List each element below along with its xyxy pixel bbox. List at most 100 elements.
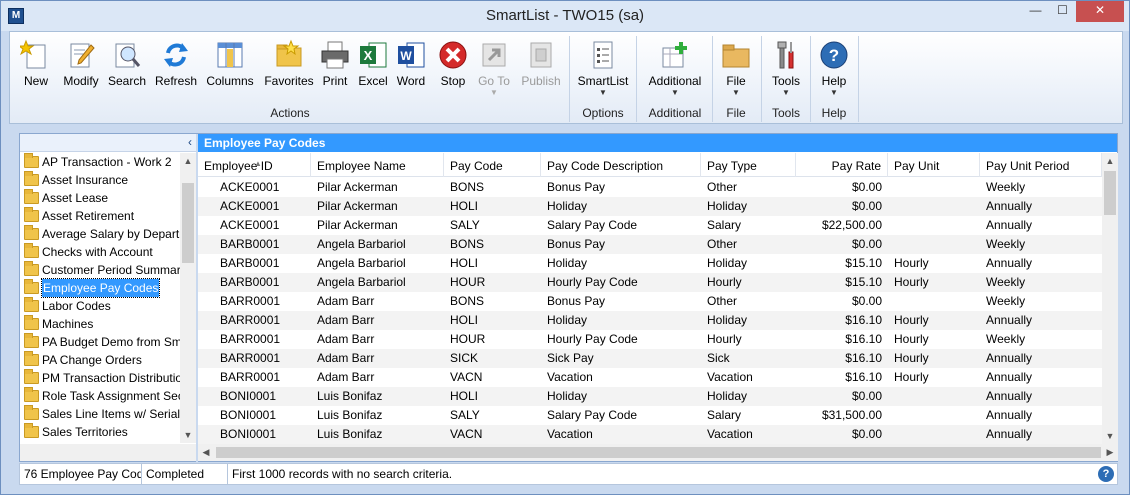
- favorites-button[interactable]: Favorites: [262, 36, 316, 96]
- table-row[interactable]: BARB0001 Angela Barbariol HOUR Hourly Pay C…: [198, 273, 1102, 292]
- group-label-help: Help: [821, 106, 847, 120]
- column-header[interactable]: Pay Unit: [888, 153, 980, 177]
- table-cell: Luis Bonifaz: [317, 389, 383, 403]
- table-cell: Annually: [986, 351, 1033, 365]
- favorites-icon: [276, 39, 302, 67]
- folder-icon: [24, 351, 39, 366]
- file-button[interactable]: File ▼: [714, 36, 758, 97]
- ribbon-separator: [569, 36, 570, 122]
- scroll-down-icon[interactable]: ▼: [180, 427, 196, 443]
- table-cell: [888, 178, 980, 197]
- help-icon[interactable]: ?: [1098, 466, 1114, 482]
- table-cell: Adam Barr: [317, 351, 375, 365]
- table-row[interactable]: BONI0001 Luis Bonifaz SALY Salary Pay Code S…: [198, 406, 1102, 425]
- favorites-horizontal-scrollbar[interactable]: [20, 444, 196, 461]
- grid-vertical-scrollbar[interactable]: ▲ ▼: [1102, 153, 1118, 444]
- goto-button[interactable]: Go To ▼: [474, 36, 514, 97]
- maximize-button[interactable]: ☐: [1049, 1, 1076, 22]
- table-cell: Salary: [707, 408, 742, 422]
- table-row[interactable]: BONI0001 Luis Bonifaz HOLI Holiday Holiday $0…: [198, 387, 1102, 406]
- scroll-thumb[interactable]: [216, 447, 1101, 458]
- favorites-item-label: Asset Lease: [42, 191, 109, 205]
- scroll-up-icon[interactable]: ▲: [180, 153, 196, 169]
- word-icon: W: [398, 42, 425, 68]
- minimize-button[interactable]: —: [1022, 1, 1049, 22]
- table-row[interactable]: BARR0001 Adam Barr HOUR Hourly Pay Code Hour…: [198, 330, 1102, 349]
- smartlist-button[interactable]: SmartList ▼: [572, 36, 634, 97]
- search-button[interactable]: Search: [104, 36, 150, 96]
- additional-button[interactable]: Additional ▼: [640, 36, 710, 97]
- table-cell: Annually: [986, 256, 1033, 270]
- tools-button[interactable]: Tools ▼: [764, 36, 808, 97]
- new-button[interactable]: New: [14, 36, 58, 96]
- refresh-button[interactable]: Refresh: [152, 36, 200, 96]
- column-header[interactable]: Pay Unit Period: [980, 153, 1102, 177]
- grid-title: Employee Pay Codes: [198, 134, 1117, 152]
- scroll-up-icon[interactable]: ▲: [1102, 153, 1118, 169]
- table-row[interactable]: BARR0001 Adam Barr VACN Vacation Vacation $16…: [198, 368, 1102, 387]
- ribbon-separator: [712, 36, 713, 122]
- modify-button[interactable]: Modify: [58, 36, 104, 96]
- table-cell: Hourly: [894, 332, 929, 346]
- favorites-item-label: AP Transaction - Work 2: [42, 155, 172, 169]
- column-header[interactable]: Pay Type: [701, 153, 796, 177]
- grid-horizontal-scrollbar[interactable]: ◀ ▶: [198, 444, 1118, 461]
- table-cell: Sick Pay: [547, 351, 594, 365]
- favorites-list: AP Transaction - Work 2 Asset Insurance As…: [20, 153, 196, 443]
- ribbon-separator: [858, 36, 859, 122]
- table-row[interactable]: ACKE0001 Pilar Ackerman BONS Bonus Pay Other…: [198, 178, 1102, 197]
- column-header[interactable]: Employee ID ▲: [198, 153, 311, 177]
- table-row[interactable]: BARR0001 Adam Barr HOLI Holiday Holiday $16.1…: [198, 311, 1102, 330]
- stop-button[interactable]: Stop: [434, 36, 472, 96]
- table-cell: Holiday: [547, 256, 588, 270]
- table-cell: BONI0001: [220, 408, 277, 422]
- word-button[interactable]: W Word: [392, 36, 430, 96]
- table-row[interactable]: BARR0001 Adam Barr SICK Sick Pay Sick $16.10 H…: [198, 349, 1102, 368]
- scroll-right-icon[interactable]: ▶: [1102, 444, 1118, 461]
- tools-icon: [777, 41, 794, 69]
- favorites-item-label: Sales Line Items w/ Serial: [42, 407, 181, 421]
- table-cell: SICK: [450, 351, 479, 365]
- table-cell: $16.10: [845, 351, 882, 365]
- table-cell: HOLI: [450, 313, 479, 327]
- table-row[interactable]: BARB0001 Angela Barbariol BONS Bonus Pay Oth…: [198, 235, 1102, 254]
- favorites-scrollbar[interactable]: ▲ ▼: [180, 153, 196, 443]
- table-row[interactable]: ACKE0001 Pilar Ackerman HOLI Holiday Holiday…: [198, 197, 1102, 216]
- collapse-panel-icon[interactable]: ‹: [188, 135, 192, 149]
- table-cell: [888, 216, 980, 235]
- table-cell: HOUR: [450, 332, 486, 346]
- table-row[interactable]: ACKE0001 Pilar Ackerman SALY Salary Pay Cod…: [198, 216, 1102, 235]
- favorites-item-label: PM Transaction Distributio: [42, 371, 183, 385]
- close-button[interactable]: ✕: [1076, 1, 1124, 22]
- column-header[interactable]: Pay Rate: [796, 153, 888, 177]
- scroll-thumb[interactable]: [1104, 171, 1116, 215]
- column-header[interactable]: Employee Name: [311, 153, 444, 177]
- publish-button[interactable]: Publish: [516, 36, 566, 96]
- favorites-item-label: Labor Codes: [42, 299, 111, 313]
- table-row[interactable]: BONI0001 Luis Bonifaz VACN Vacation Vacation…: [198, 425, 1102, 444]
- scroll-thumb[interactable]: [182, 183, 194, 263]
- help-button[interactable]: ? Help ▼: [812, 36, 856, 97]
- table-cell: [888, 406, 980, 425]
- folder-icon: [24, 369, 39, 384]
- table-row[interactable]: BARB0001 Angela Barbariol HOLI Holiday Holid…: [198, 254, 1102, 273]
- ribbon-separator: [810, 36, 811, 122]
- column-header[interactable]: Pay Code Description: [541, 153, 701, 177]
- excel-icon: X: [360, 42, 387, 68]
- column-header[interactable]: Pay Code: [444, 153, 541, 177]
- table-cell: BARR0001: [220, 313, 281, 327]
- table-cell: Bonus Pay: [547, 294, 606, 308]
- modify-icon: [70, 43, 95, 68]
- scroll-down-icon[interactable]: ▼: [1102, 428, 1118, 444]
- table-cell: Holiday: [707, 389, 748, 403]
- columns-button[interactable]: Columns: [202, 36, 258, 96]
- table-row[interactable]: BARR0001 Adam Barr BONS Bonus Pay Other $0.00…: [198, 292, 1102, 311]
- table-cell: BARR0001: [220, 370, 281, 384]
- table-cell: [888, 292, 980, 311]
- print-button[interactable]: Print: [316, 36, 354, 96]
- scroll-left-icon[interactable]: ◀: [198, 444, 214, 461]
- table-cell: Luis Bonifaz: [317, 408, 383, 422]
- excel-button[interactable]: X Excel: [354, 36, 392, 96]
- table-cell: [888, 425, 980, 444]
- window-title: SmartList - TWO15 (sa): [485, 7, 645, 24]
